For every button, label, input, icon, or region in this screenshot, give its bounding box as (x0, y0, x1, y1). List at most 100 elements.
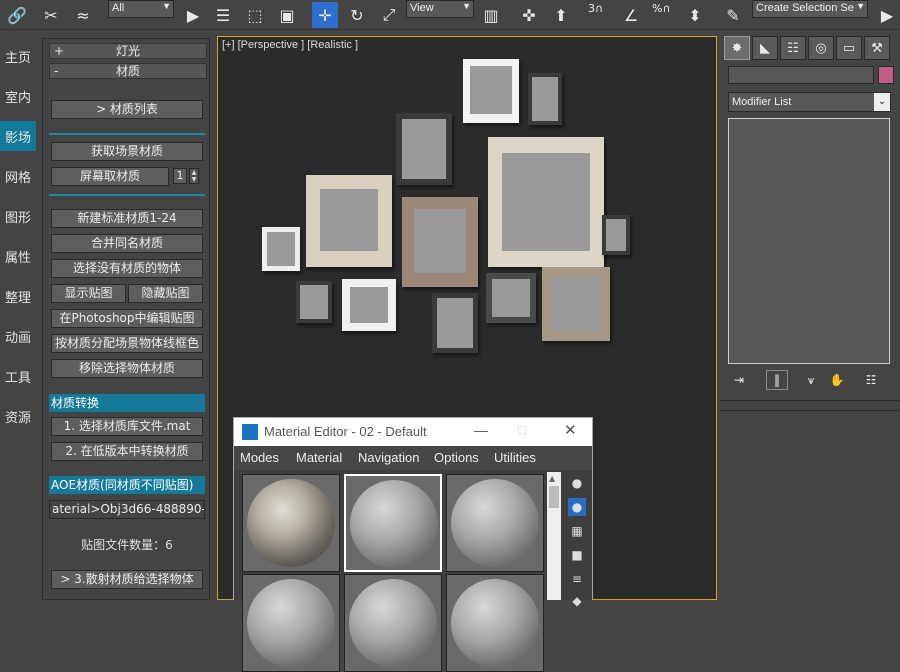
show-end-result-icon[interactable]: ‖ (766, 370, 788, 390)
nav-item[interactable]: 动画 (0, 321, 36, 351)
rollout-lights[interactable]: + 灯光 (49, 43, 207, 59)
aoe-material-header[interactable]: AOE材质(同材质不同贴图) (49, 476, 205, 494)
keyboard-shortcut-icon[interactable]: ⬆ (548, 2, 574, 28)
menu-modes[interactable]: Modes (240, 450, 279, 465)
material-list-button[interactable]: > 材质列表 (51, 100, 203, 119)
percent-snap-icon[interactable]: %∩ (652, 2, 671, 15)
scroll-up-icon[interactable]: ▲ (549, 474, 555, 483)
reference-coordinate-dropdown[interactable]: View ▼ (406, 0, 474, 18)
maximize-icon[interactable]: □ (518, 422, 526, 437)
display-tab-icon[interactable]: ▭ (836, 36, 862, 60)
show-maps-button[interactable]: 显示贴图 (51, 284, 126, 303)
sample-slot-selected[interactable] (344, 474, 442, 572)
bind-space-warp-icon[interactable]: ≈ (70, 2, 96, 28)
named-selection-set-dropdown[interactable]: Create Selection Se ▼ (752, 0, 868, 18)
motion-tab-icon[interactable]: ◎ (808, 36, 834, 60)
sample-slot[interactable] (446, 574, 544, 672)
menu-navigation[interactable]: Navigation (358, 450, 419, 465)
video-color-check-icon[interactable]: ≡ (568, 570, 586, 588)
modifier-stack[interactable] (728, 118, 890, 364)
nav-item[interactable]: 资源 (0, 401, 36, 431)
menu-utilities[interactable]: Utilities (494, 450, 536, 465)
select-no-material-button[interactable]: 选择没有材质的物体 (51, 259, 203, 278)
make-unique-icon[interactable]: ⩛ (800, 370, 822, 390)
sample-slot[interactable] (344, 574, 442, 672)
assign-wire-color-button[interactable]: 按材质分配场景物体线框色 (51, 334, 203, 353)
nav-item[interactable]: 室内 (0, 81, 36, 111)
modifier-list-dropdown[interactable]: Modifier List ⌄ (728, 92, 891, 112)
select-and-rotate-icon[interactable]: ↻ (344, 2, 370, 28)
sample-slots-scrollbar[interactable]: ▲ (547, 472, 561, 600)
app-logo-icon (242, 424, 258, 440)
select-object-icon[interactable]: ▶ (180, 2, 206, 28)
sample-type-icon[interactable]: ● (568, 474, 586, 492)
new-standard-materials-button[interactable]: 新建标准材质1-24 (51, 209, 203, 228)
make-preview-icon[interactable]: ◆ (568, 592, 586, 610)
edit-in-photoshop-button[interactable]: 在Photoshop中编辑贴图 (51, 309, 203, 328)
merge-same-name-button[interactable]: 合并同名材质 (51, 234, 203, 253)
select-by-name-icon[interactable]: ☰ (210, 2, 236, 28)
rollout-materials[interactable]: - 材质 (49, 63, 207, 79)
hide-maps-button[interactable]: 隐藏贴图 (128, 284, 203, 303)
rectangular-selection-icon[interactable]: ⬚ (242, 2, 268, 28)
modify-tab-icon[interactable]: ◣ (752, 36, 778, 60)
spinner-arrows-icon[interactable]: ▲ ▼ (189, 168, 199, 184)
material-editor-window[interactable]: Material Editor - 02 - Default — □ ✕ Mod… (233, 417, 593, 672)
angle-snap-icon[interactable]: ∠ (618, 2, 644, 28)
sample-slot[interactable] (242, 474, 340, 572)
object-name-field[interactable] (728, 66, 874, 84)
remove-modifier-icon[interactable]: ✋ (826, 370, 848, 390)
background-checker-icon[interactable]: ▦ (568, 522, 586, 540)
nav-item[interactable]: 属性 (0, 241, 36, 271)
nav-item[interactable]: 网格 (0, 161, 36, 191)
get-scene-materials-button[interactable]: 获取场景材质 (51, 142, 203, 161)
screen-pick-count-field[interactable]: 1 (173, 168, 187, 184)
hierarchy-tab-icon[interactable]: ☷ (780, 36, 806, 60)
mirror-icon[interactable]: ▶ (874, 2, 900, 28)
select-and-move-icon[interactable]: ✛ (312, 2, 338, 28)
viewport-label[interactable]: [+] [Perspective ] [Realistic ] (222, 39, 358, 51)
nav-item[interactable]: 工具 (0, 361, 36, 391)
snaps-toggle-icon[interactable]: 3∩ (588, 2, 603, 15)
nav-item[interactable]: 影场 (0, 121, 36, 151)
remove-selected-material-button[interactable]: 移除选择物体材质 (51, 359, 203, 378)
sample-slot[interactable] (242, 574, 340, 672)
nav-item[interactable]: 整理 (0, 281, 36, 311)
select-mat-library-button[interactable]: 1. 选择材质库文件.mat (51, 417, 203, 436)
pivot-center-icon[interactable]: ▥ (478, 2, 504, 28)
picture-frame (463, 59, 519, 123)
unlink-icon[interactable]: ✂ (38, 2, 64, 28)
menu-options[interactable]: Options (434, 450, 479, 465)
sample-slot[interactable] (446, 474, 544, 572)
selection-filter-dropdown[interactable]: All ▼ (108, 0, 174, 18)
named-selection-value: Create Selection Se (756, 2, 854, 14)
material-editor-titlebar[interactable]: Material Editor - 02 - Default — □ ✕ (234, 418, 592, 446)
scatter-material-button[interactable]: > 3.散射材质给选择物体 (51, 570, 203, 589)
minimize-icon[interactable]: — (474, 422, 488, 438)
material-convert-header[interactable]: 材质转换 (49, 394, 205, 412)
convert-lower-version-button[interactable]: 2. 在低版本中转换材质 (51, 442, 203, 461)
pin-stack-icon[interactable]: ⇥ (728, 370, 750, 390)
close-icon[interactable]: ✕ (564, 421, 577, 439)
window-crossing-icon[interactable]: ▣ (274, 2, 300, 28)
select-and-scale-icon[interactable]: ⤢ (376, 2, 402, 28)
backlight-icon[interactable]: ● (568, 498, 586, 516)
link-icon[interactable]: 🔗 (4, 2, 30, 28)
screen-pick-material-button[interactable]: 屏幕取材质 (51, 167, 169, 186)
sample-uv-tiling-icon[interactable]: ■ (568, 546, 586, 564)
picture-frame (296, 281, 332, 323)
material-preview-sphere (247, 479, 335, 567)
edit-named-selection-icon[interactable]: ✎ (720, 2, 746, 28)
configure-modifier-sets-icon[interactable]: ☷ (860, 370, 882, 390)
object-color-swatch[interactable] (878, 66, 894, 84)
aoe-material-path-field[interactable]: aterial>Obj3d66-488890-49-83 (49, 500, 205, 519)
spinner-snap-icon[interactable]: ⬍ (682, 2, 708, 28)
select-manipulate-icon[interactable]: ✜ (516, 2, 542, 28)
nav-item[interactable]: 主页 (0, 41, 36, 71)
nav-item[interactable]: 图形 (0, 201, 36, 231)
create-tab-icon[interactable]: ✸ (724, 36, 750, 60)
menu-material[interactable]: Material (296, 450, 342, 465)
utilities-tab-icon[interactable]: ⚒ (864, 36, 890, 60)
scrollbar-thumb[interactable] (549, 486, 559, 508)
material-preview-sphere (350, 480, 438, 568)
